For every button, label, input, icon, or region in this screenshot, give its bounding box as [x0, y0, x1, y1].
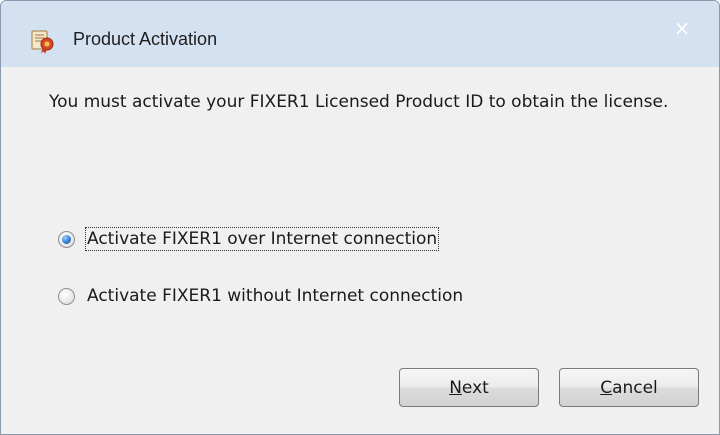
cancel-button[interactable]: Cancel: [559, 368, 699, 407]
product-activation-dialog: Product Activation × You must activate y…: [0, 0, 720, 435]
close-button[interactable]: ×: [669, 15, 695, 41]
radio-option-internet[interactable]: Activate FIXER1 over Internet connection: [58, 227, 440, 251]
title-bar[interactable]: Product Activation ×: [1, 1, 719, 67]
radio-selected-dot: [62, 234, 71, 244]
radio-label-offline[interactable]: Activate FIXER1 without Internet connect…: [86, 285, 464, 307]
product-activation-icon: [31, 30, 54, 54]
next-button-label: ext: [461, 377, 489, 398]
radio-button-unchecked[interactable]: [58, 287, 75, 305]
activation-message: You must activate your FIXER1 Licensed P…: [49, 92, 669, 112]
radio-button-checked[interactable]: [58, 230, 75, 248]
window-title: Product Activation: [73, 29, 218, 49]
radio-label-internet[interactable]: Activate FIXER1 over Internet connection: [84, 227, 440, 251]
cancel-button-mnemonic: C: [600, 377, 613, 398]
next-button-mnemonic: N: [449, 377, 462, 398]
radio-option-offline[interactable]: Activate FIXER1 without Internet connect…: [58, 285, 464, 307]
next-button[interactable]: Next: [399, 368, 539, 407]
cancel-button-label: ancel: [612, 377, 658, 398]
